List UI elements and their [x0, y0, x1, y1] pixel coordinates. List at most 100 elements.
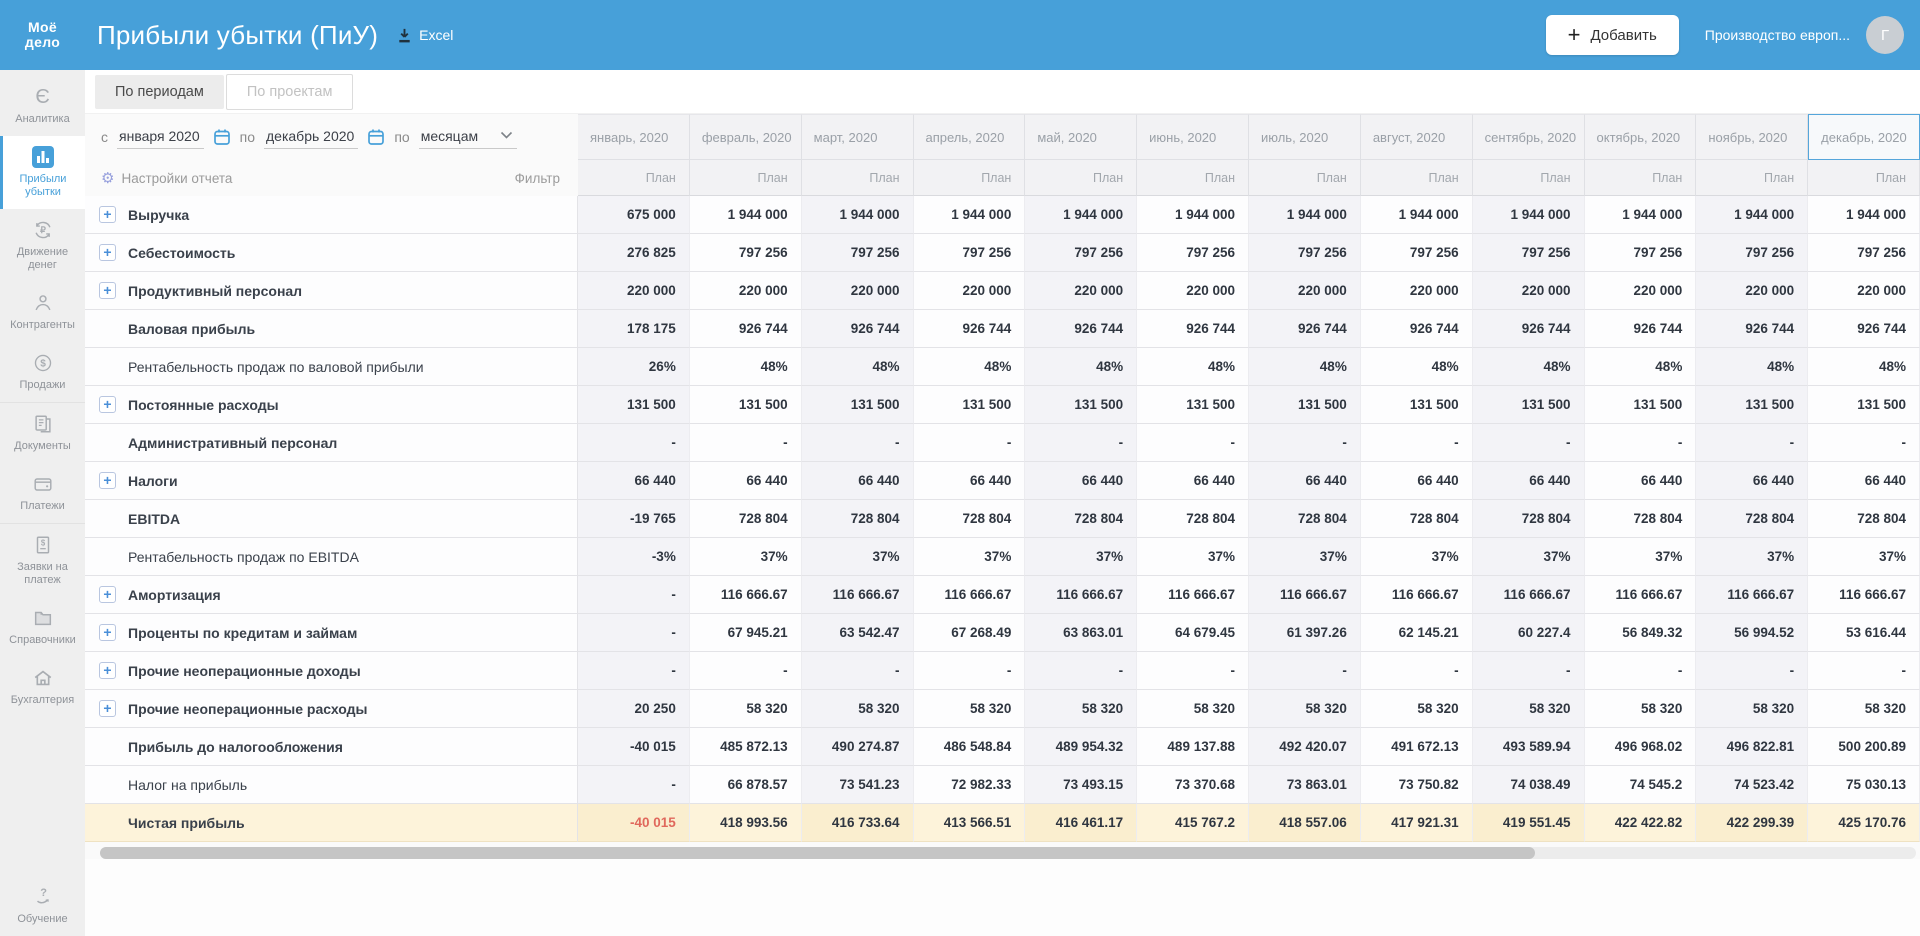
plan-header-cell: План	[1025, 160, 1137, 196]
value-cell: 116 666.67	[802, 576, 914, 614]
sidebar-item-training[interactable]: ?Обучение	[0, 876, 85, 936]
value-cell: 1 944 000	[1696, 196, 1808, 234]
report-settings-link[interactable]: Настройки отчета	[121, 171, 232, 186]
sidebar-item-payments[interactable]: Платежи	[0, 463, 85, 523]
value-cell: 220 000	[1585, 272, 1697, 310]
month-header-cell[interactable]: июнь, 2020	[1137, 114, 1249, 160]
money-flow-icon: ₽	[2, 218, 83, 242]
plan-header-cell: План	[914, 160, 1026, 196]
sidebar-item-documents[interactable]: Документы	[0, 402, 85, 463]
sidebar-item-directories[interactable]: Справочники	[0, 597, 85, 657]
value-cell: 58 320	[1808, 690, 1920, 728]
value-cell: 489 954.32	[1025, 728, 1137, 766]
value-cell: 728 804	[1137, 500, 1249, 538]
value-cell: 220 000	[1025, 272, 1137, 310]
tabs-bar: По периодамПо проектам	[85, 70, 1920, 114]
value-cell: 48%	[1696, 348, 1808, 386]
sidebar-item-analytics[interactable]: ЄАналитика	[0, 76, 85, 136]
company-name[interactable]: Производство европ...	[1705, 27, 1850, 43]
month-header-cell[interactable]: июль, 2020	[1249, 114, 1361, 160]
avatar[interactable]: Г	[1866, 16, 1904, 54]
value-cell: 1 944 000	[914, 196, 1026, 234]
value-cell: 58 320	[1137, 690, 1249, 728]
month-header-cell[interactable]: август, 2020	[1361, 114, 1473, 160]
sidebar-item-sales[interactable]: $ Продажи	[0, 342, 85, 402]
tab-by-periods[interactable]: По периодам	[95, 75, 224, 109]
add-button[interactable]: + Добавить	[1546, 15, 1679, 55]
value-cell: 131 500	[1025, 386, 1137, 424]
plan-header-cell: План	[1808, 160, 1920, 196]
sidebar-item-label: Продажи	[2, 379, 83, 392]
value-cell: 64 679.45	[1137, 614, 1249, 652]
value-cell: 1 944 000	[1808, 196, 1920, 234]
value-cell: 66 440	[1249, 462, 1361, 500]
value-cell: 75 030.13	[1808, 766, 1920, 804]
month-header-cell[interactable]: январь, 2020	[578, 114, 690, 160]
sidebar-item-profit-loss[interactable]: Прибыли убытки	[0, 136, 85, 209]
topbar: Моё дело Прибыли убытки (ПиУ) Excel + До…	[0, 0, 1920, 70]
calendar-icon[interactable]	[213, 128, 231, 146]
logo-line2: дело	[0, 35, 85, 50]
month-header-cell[interactable]: декабрь, 2020	[1808, 114, 1920, 160]
sidebar-item-money-flow[interactable]: ₽Движение денег	[0, 209, 85, 282]
row-label-cell: +Выручка	[85, 196, 578, 234]
filter-link[interactable]: Фильтр	[515, 171, 560, 186]
value-cell: -	[1696, 424, 1808, 462]
value-cell: 66 440	[690, 462, 802, 500]
value-cell: 58 320	[1696, 690, 1808, 728]
value-cell: 58 320	[802, 690, 914, 728]
row-label: Рентабельность продаж по EBITDA	[128, 549, 359, 565]
expand-row-button[interactable]: +	[99, 244, 116, 261]
value-cell: 63 542.47	[802, 614, 914, 652]
row-label-cell: +Амортизация	[85, 576, 578, 614]
month-header-cell[interactable]: апрель, 2020	[914, 114, 1026, 160]
plan-header-cell: План	[578, 160, 690, 196]
expand-row-button[interactable]: +	[99, 472, 116, 489]
download-icon	[396, 27, 413, 44]
month-header-cell[interactable]: ноябрь, 2020	[1696, 114, 1808, 160]
row-label: Проценты по кредитам и займам	[128, 625, 357, 641]
sidebar-item-contractors[interactable]: Контрагенты	[0, 282, 85, 342]
analytics-icon: Є	[2, 85, 83, 109]
month-header-cell[interactable]: февраль, 2020	[690, 114, 802, 160]
tab-by-projects[interactable]: По проектам	[226, 74, 354, 110]
expand-row-button[interactable]: +	[99, 624, 116, 641]
month-header-cell[interactable]: октябрь, 2020	[1585, 114, 1697, 160]
excel-export-button[interactable]: Excel	[396, 27, 453, 44]
expand-row-button[interactable]: +	[99, 586, 116, 603]
sidebar-item-accounting[interactable]: Бухгалтерия	[0, 657, 85, 717]
svg-text:₽: ₽	[40, 225, 46, 235]
value-cell: 220 000	[1473, 272, 1585, 310]
row-label-cell: Прибыль до налогообложения	[85, 728, 578, 766]
month-header-cell[interactable]: май, 2020	[1025, 114, 1137, 160]
expand-row-button[interactable]: +	[99, 206, 116, 223]
value-cell: 58 320	[1249, 690, 1361, 728]
value-cell: 48%	[690, 348, 802, 386]
sales-icon: $	[2, 351, 83, 375]
plan-header-cell: План	[1249, 160, 1361, 196]
table-row: +Себестоимость276 825797 256797 256797 2…	[85, 234, 1920, 272]
month-header-cell[interactable]: март, 2020	[802, 114, 914, 160]
from-label: с	[101, 129, 108, 145]
excel-label: Excel	[419, 27, 453, 43]
expand-row-button[interactable]: +	[99, 396, 116, 413]
value-cell: 486 548.84	[914, 728, 1026, 766]
chevron-down-icon	[500, 131, 513, 140]
expand-row-button[interactable]: +	[99, 662, 116, 679]
date-to-input[interactable]: декабрь 2020	[264, 126, 358, 149]
expand-row-button[interactable]: +	[99, 700, 116, 717]
value-cell: 73 541.23	[802, 766, 914, 804]
expand-row-button[interactable]: +	[99, 282, 116, 299]
calendar-icon[interactable]	[367, 128, 385, 146]
contractors-icon	[2, 291, 83, 315]
value-cell: 131 500	[1249, 386, 1361, 424]
month-header-cell[interactable]: сентябрь, 2020	[1473, 114, 1585, 160]
app-logo[interactable]: Моё дело	[0, 20, 85, 50]
value-cell: 67 268.49	[914, 614, 1026, 652]
granularity-select[interactable]: месяцам	[419, 126, 517, 149]
add-button-label: Добавить	[1590, 27, 1656, 44]
horizontal-scrollbar[interactable]	[100, 847, 1916, 859]
scrollbar-thumb[interactable]	[100, 847, 1535, 859]
sidebar-item-payment-request[interactable]: $Заявки на платеж	[0, 523, 85, 597]
date-from-input[interactable]: января 2020	[117, 126, 204, 149]
